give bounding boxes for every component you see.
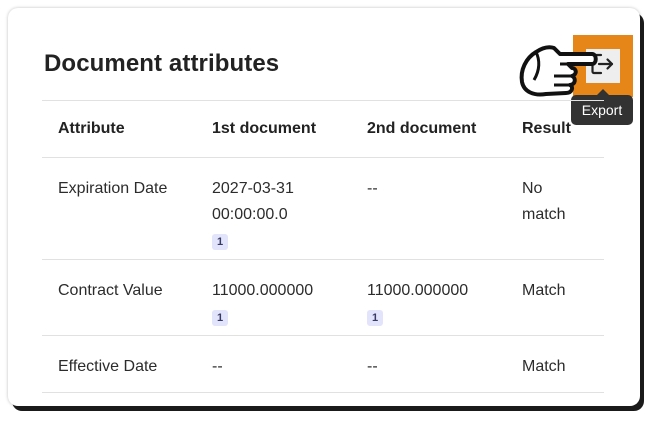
page-reference-badge[interactable]: 1 (212, 234, 228, 250)
header-first-document: 1st document (196, 100, 351, 158)
table-row: Contract Value 11000.000000 1 11000.0000… (42, 259, 604, 336)
card-title: Document attributes (44, 50, 280, 77)
document-attributes-card: Document attributes Export Attribute 1st… (8, 8, 640, 406)
result-value: No match (506, 157, 604, 260)
first-document-value: -- (196, 335, 351, 393)
page-reference-badge[interactable]: 1 (367, 310, 383, 326)
result-line: match (522, 206, 566, 223)
value-line: 2027-03-31 (212, 180, 294, 197)
value-line: 00:00:00.0 (212, 206, 288, 223)
table-header-row: Attribute 1st document 2nd document Resu… (42, 100, 604, 158)
header-second-document: 2nd document (351, 100, 506, 158)
table-row: Effective Date -- -- Match (42, 335, 604, 393)
result-value: Match (506, 335, 604, 393)
page-reference-badge[interactable]: 1 (212, 310, 228, 326)
first-document-value: 2027-03-31 00:00:00.0 1 (196, 157, 351, 260)
second-document-value: -- (351, 157, 506, 260)
header-attribute: Attribute (42, 100, 196, 158)
header-result: Result (506, 100, 604, 158)
first-document-value: 11000.000000 1 (196, 259, 351, 336)
attribute-name: Effective Date (42, 335, 196, 393)
table-row: Expiration Date 2027-03-31 00:00:00.0 1 … (42, 157, 604, 260)
value-line: 11000.000000 (212, 282, 314, 299)
value-line: 11000.000000 (367, 282, 469, 299)
attributes-table: Attribute 1st document 2nd document Resu… (42, 100, 604, 393)
attribute-name: Contract Value (42, 259, 196, 336)
attribute-name: Expiration Date (42, 157, 196, 260)
second-document-value: -- (351, 335, 506, 393)
second-document-value: 11000.000000 1 (351, 259, 506, 336)
result-line: No (522, 180, 543, 197)
result-value: Match (506, 259, 604, 336)
